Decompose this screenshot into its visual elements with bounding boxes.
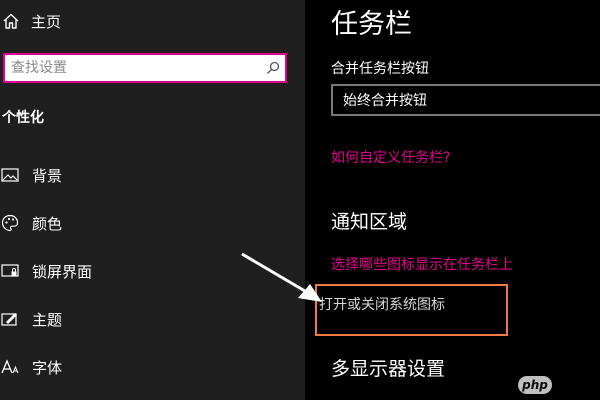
sidebar: 主页 个性化 背景 [0, 0, 305, 400]
main-pane: 任务栏 合并任务栏按钮 始终合并按钮 如何自定义任务栏? 通知区域 选择哪些图标… [305, 0, 600, 400]
php-watermark: php [518, 376, 552, 394]
lock-screen-icon [0, 261, 20, 281]
sidebar-item-background[interactable]: 背景 [0, 162, 62, 188]
select-taskbar-icons-link[interactable]: 选择哪些图标显示在任务栏上 [331, 254, 513, 274]
theme-icon [0, 309, 20, 329]
notification-area-heading: 通知区域 [331, 211, 408, 233]
palette-icon [0, 213, 20, 233]
search-input[interactable] [5, 55, 261, 81]
annotation-highlight-box [315, 284, 508, 336]
settings-window: 主页 个性化 背景 [0, 0, 600, 400]
sidebar-item-colors[interactable]: 颜色 [0, 210, 62, 236]
sidebar-item-label: 字体 [32, 358, 63, 377]
picture-icon [0, 165, 20, 185]
sidebar-item-lock-screen[interactable]: 锁屏界面 [0, 258, 92, 284]
sidebar-item-themes[interactable]: 主题 [0, 306, 62, 332]
multi-display-heading: 多显示器设置 [331, 358, 446, 380]
search-icon[interactable] [261, 55, 285, 81]
customize-taskbar-link[interactable]: 如何自定义任务栏? [331, 147, 450, 167]
home-icon [0, 10, 22, 32]
sidebar-item-label: 主题 [32, 310, 63, 329]
font-icon [0, 357, 20, 377]
section-title-personalization: 个性化 [2, 110, 44, 126]
sidebar-item-label: 颜色 [32, 214, 63, 233]
sidebar-item-fonts[interactable]: 字体 [0, 354, 62, 380]
sidebar-item-label: 锁屏界面 [32, 262, 93, 281]
sidebar-item-label: 背景 [32, 166, 63, 185]
home-nav-item[interactable]: 主页 [0, 8, 61, 34]
combine-buttons-dropdown[interactable]: 始终合并按钮 [331, 84, 600, 116]
combine-buttons-value: 始终合并按钮 [343, 93, 427, 109]
home-label: 主页 [31, 12, 62, 31]
search-box[interactable] [3, 53, 287, 83]
annotation-arrow-icon [241, 252, 322, 302]
combine-buttons-label: 合并任务栏按钮 [331, 61, 429, 77]
page-title: 任务栏 [331, 9, 412, 40]
